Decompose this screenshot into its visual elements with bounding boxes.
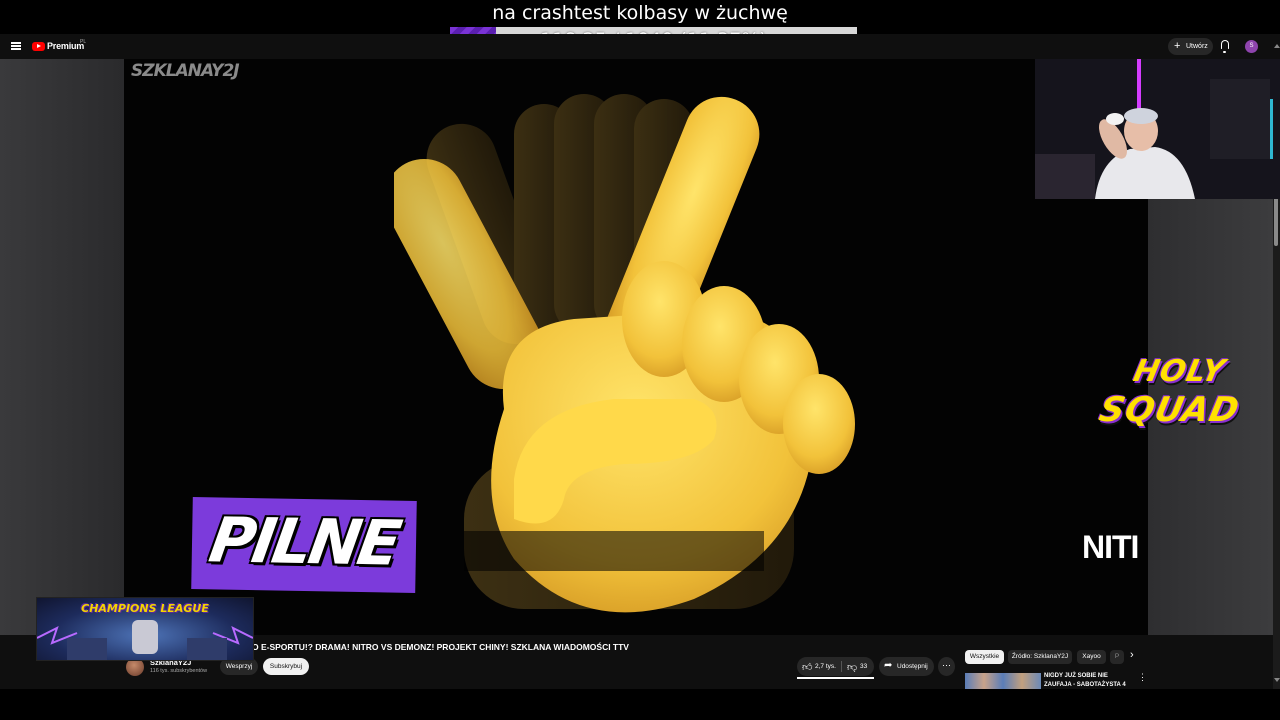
left-background [0,59,124,635]
subscribe-button[interactable]: Subskrybuj [263,658,309,675]
hamburger-menu-icon[interactable] [11,42,21,50]
like-highlight-underline [797,677,874,679]
youtube-top-bar: Premium PL + Utwórz S [0,34,1280,59]
plus-icon: + [1174,40,1181,52]
bottom-letterbox [0,689,1280,720]
dislike-count[interactable]: 33 [860,663,867,670]
youtube-logo-icon[interactable] [32,42,45,51]
video-player[interactable]: SZKLANAY2J PILNE NITI [124,59,1148,635]
create-button[interactable]: + Utwórz [1168,38,1213,55]
scrolling-marquee-text: NITI [1082,529,1139,565]
streamer-webcam [1035,59,1280,199]
stream-overlay-title: na crashtest kolbasy w żuchwę [492,2,788,24]
chevron-right-icon[interactable]: › [1130,649,1134,661]
webcam-scene [1035,59,1280,199]
chip-xayoo[interactable]: Xayoo [1077,650,1106,664]
scroll-up-arrow-icon[interactable] [1274,44,1280,48]
loser-hand-emoji [394,94,855,613]
share-label: Udostępnij [897,663,928,670]
like-count[interactable]: 2,7 tys. [815,663,836,670]
share-arrow-icon: ➦ [884,660,893,671]
notifications-bell-icon[interactable] [1221,40,1229,53]
chip-partial[interactable]: P [1110,650,1124,664]
like-divider [841,661,842,672]
youtube-logo-text[interactable]: Premium [47,41,84,51]
holy-squad-logo: HOLY SQUAD [1092,354,1270,444]
share-button[interactable]: ➦ Udostępnij [879,657,934,676]
pilne-banner: PILNE [191,497,417,593]
chip-source[interactable]: Źródło: SzklanaY2J [1008,650,1072,664]
like-dislike-group: 👍︎ 2,7 tys. 👎︎ 33 [797,657,874,676]
chip-all[interactable]: Wszystkie [965,650,1004,664]
recommendation-menu-icon[interactable]: ⋮ [1138,672,1147,683]
video-title: O E-SPORTU!? DRAMA! NITRO VS DEMONZ! PRO… [252,642,629,652]
thumbs-down-icon[interactable]: 👎︎ [847,661,857,673]
champions-league-text: CHAMPIONS LEAGUE [81,602,209,615]
thumbs-up-icon[interactable]: 👍︎ [802,661,812,673]
channel-watermark: SZKLANAY2J [131,61,240,81]
logo-line-2: SQUAD [1095,390,1244,430]
recommendation-thumbnail[interactable] [965,673,1041,689]
champions-league-thumbnail: CHAMPIONS LEAGUE [36,597,254,661]
subscriber-count: 116 tys. subskrybentów [150,668,208,674]
account-avatar[interactable]: S [1245,40,1258,53]
more-actions-icon[interactable]: ⋯ [938,657,955,676]
recommendation-title[interactable]: NIGDY JUŻ SOBIE NIE ZAUFAJA - SABOTAŻYST… [1044,672,1134,690]
pilne-banner-text: PILNE [204,503,404,580]
create-label: Utwórz [1186,43,1208,50]
logo-line-1: HOLY [1130,354,1229,389]
scroll-down-arrow-icon[interactable] [1274,678,1280,682]
country-code: PL [80,39,87,45]
